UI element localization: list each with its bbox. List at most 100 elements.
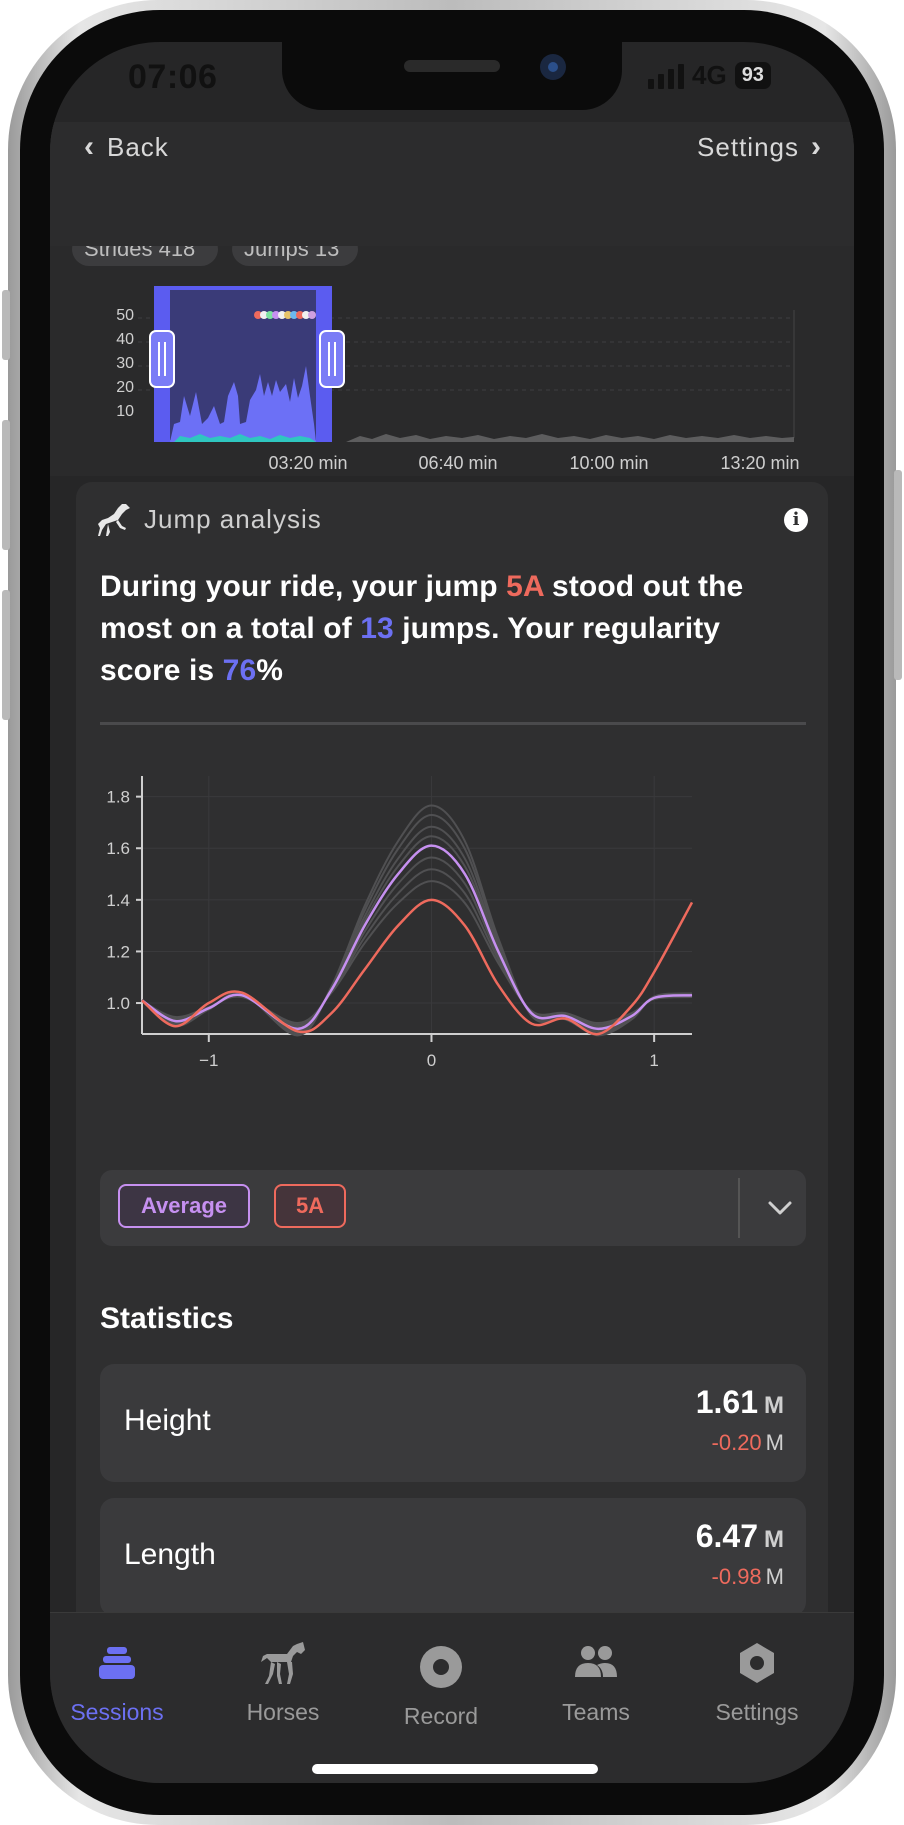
timeline-chart: 50 40 30 20 10 03:20 min 06:40 min 10:00… [116, 286, 800, 473]
y-tick-label: 1.2 [106, 942, 130, 961]
jump-legend-selector[interactable]: Average 5A [100, 1170, 806, 1246]
volume-down-button [2, 590, 10, 720]
stat-delta-number: -0.20 [711, 1430, 762, 1455]
series-line [141, 898, 694, 1036]
stat-delta-number: -0.98 [711, 1564, 762, 1589]
volume-up-button [2, 420, 10, 550]
signal-icon [648, 63, 684, 89]
stat-number: 1.61 [695, 1384, 758, 1420]
back-button-overlay[interactable]: ‹ Back [84, 130, 169, 164]
timeline-y-tick: 20 [116, 379, 134, 396]
power-button [894, 470, 902, 680]
chevron-right-icon: › [811, 130, 822, 163]
stat-unit: M [764, 1392, 784, 1419]
statistics-title: Statistics [100, 1302, 234, 1335]
jumping-horse-icon [98, 504, 130, 536]
timeline-x-tick: 03:20 min [268, 453, 347, 473]
right-drag-handle[interactable] [319, 330, 345, 388]
stat-delta-unit: M [765, 1564, 784, 1589]
jump-trajectory-chart: 1.0 1.2 1.4 1.6 1.8 −1 0 1 [90, 762, 810, 1122]
tab-label: Record [403, 1703, 479, 1729]
x-tick-label: 1 [649, 1051, 658, 1070]
tab-label: Sessions [70, 1699, 164, 1725]
screen: 07:06 4G 93 ‹ Back Settings › 50 40 30 2… [50, 42, 854, 1783]
status-time: 07:06 [128, 58, 218, 96]
stat-delta: -0.98 M [712, 1564, 784, 1590]
mute-switch [2, 290, 10, 360]
x-tick-label: 0 [427, 1051, 436, 1070]
timeline-x-tick: 13:20 min [720, 453, 799, 473]
summary-total-jumps: 13 [360, 612, 394, 645]
stat-label: Length [124, 1538, 216, 1571]
speaker-grille [404, 60, 500, 72]
left-drag-handle[interactable] [149, 330, 175, 388]
y-tick-label: 1.8 [106, 788, 130, 807]
home-indicator [312, 1764, 598, 1774]
phone-frame: 07:06 4G 93 ‹ Back Settings › 50 40 30 2… [2, 0, 902, 1825]
timeline-y-tick: 30 [116, 355, 134, 372]
tab-horses[interactable]: Horses [218, 1635, 348, 1726]
summary-part: % [256, 654, 284, 687]
stat-number: 6.47 [695, 1518, 758, 1554]
tab-record[interactable]: Record [376, 1639, 506, 1730]
stat-card-height[interactable]: Height 1.61 M -0.20 M [100, 1364, 806, 1482]
other-jump-line [141, 825, 693, 1033]
stat-label: Height [124, 1404, 211, 1437]
sessions-icon [52, 1635, 182, 1691]
stat-card-length[interactable]: Length 6.47 M -0.98 M [100, 1498, 806, 1616]
timeline-y-tick: 50 [116, 307, 134, 324]
summary-jump-id: 5A [506, 570, 544, 603]
session-timeline[interactable]: 50 40 30 20 10 03:20 min 06:40 min 10:00… [50, 246, 854, 476]
tab-sessions[interactable]: Sessions [52, 1635, 182, 1726]
y-tick-label: 1.0 [106, 994, 130, 1013]
stat-value: 6.47 M [696, 1518, 784, 1555]
average-tag[interactable]: Average [118, 1184, 250, 1228]
teams-icon [531, 1635, 661, 1691]
timeline-y-tick: 40 [116, 331, 134, 348]
timeline-y-tick: 10 [116, 403, 134, 420]
jump-5a-tag[interactable]: 5A [274, 1184, 346, 1228]
settings-link-overlay[interactable]: Settings › [697, 130, 822, 164]
jumps-chip: Jumps 13 [232, 232, 358, 266]
network-label: 4G [692, 60, 727, 90]
other-jump-line [141, 880, 693, 1025]
timeline-x-tick: 06:40 min [418, 453, 497, 473]
x-tick-label: −1 [199, 1051, 218, 1070]
stat-delta-unit: M [765, 1430, 784, 1455]
summary-part: During your ride, your jump [100, 570, 507, 603]
tab-label: Settings [715, 1699, 799, 1725]
status-indicators: 4G 93 [648, 60, 771, 91]
jump-analysis-title: Jump analysis [144, 504, 322, 534]
strides-chip: Strides 418 [72, 232, 218, 266]
tab-teams[interactable]: Teams [531, 1635, 661, 1726]
series-line [141, 844, 693, 1031]
y-tick-label: 1.6 [106, 839, 130, 858]
tab-bar: Sessions Horses Record Teams Settings [50, 1612, 854, 1783]
notch [282, 42, 622, 110]
settings-label: Settings [697, 131, 799, 162]
other-jump-line [141, 868, 693, 1026]
other-jump-line [141, 856, 693, 1028]
tab-label: Horses [246, 1699, 320, 1725]
chevron-left-icon: ‹ [84, 130, 95, 163]
y-tick-label: 1.4 [106, 891, 130, 910]
front-camera [540, 54, 566, 80]
jump-chart-svg: 1.0 1.2 1.4 1.6 1.8 −1 0 1 [106, 776, 694, 1070]
activity-trace [346, 434, 794, 442]
other-jump-line [141, 804, 693, 1037]
legend-separator [738, 1178, 740, 1238]
jump-summary-text: During your ride, your jump 5A stood out… [100, 566, 800, 692]
divider [100, 722, 806, 725]
chevron-down-icon[interactable] [760, 1188, 800, 1228]
tab-settings[interactable]: Settings [692, 1635, 822, 1726]
stat-delta: -0.20 M [712, 1430, 784, 1456]
back-label: Back [107, 131, 169, 162]
timeline-x-tick: 10:00 min [569, 453, 648, 473]
horse-icon [218, 1635, 348, 1691]
settings-icon [692, 1635, 822, 1691]
stat-value: 1.61 M [696, 1384, 784, 1421]
record-icon [376, 1639, 506, 1695]
tab-label: Teams [562, 1699, 630, 1725]
stat-unit: M [764, 1526, 784, 1553]
info-icon[interactable]: i [784, 508, 808, 532]
